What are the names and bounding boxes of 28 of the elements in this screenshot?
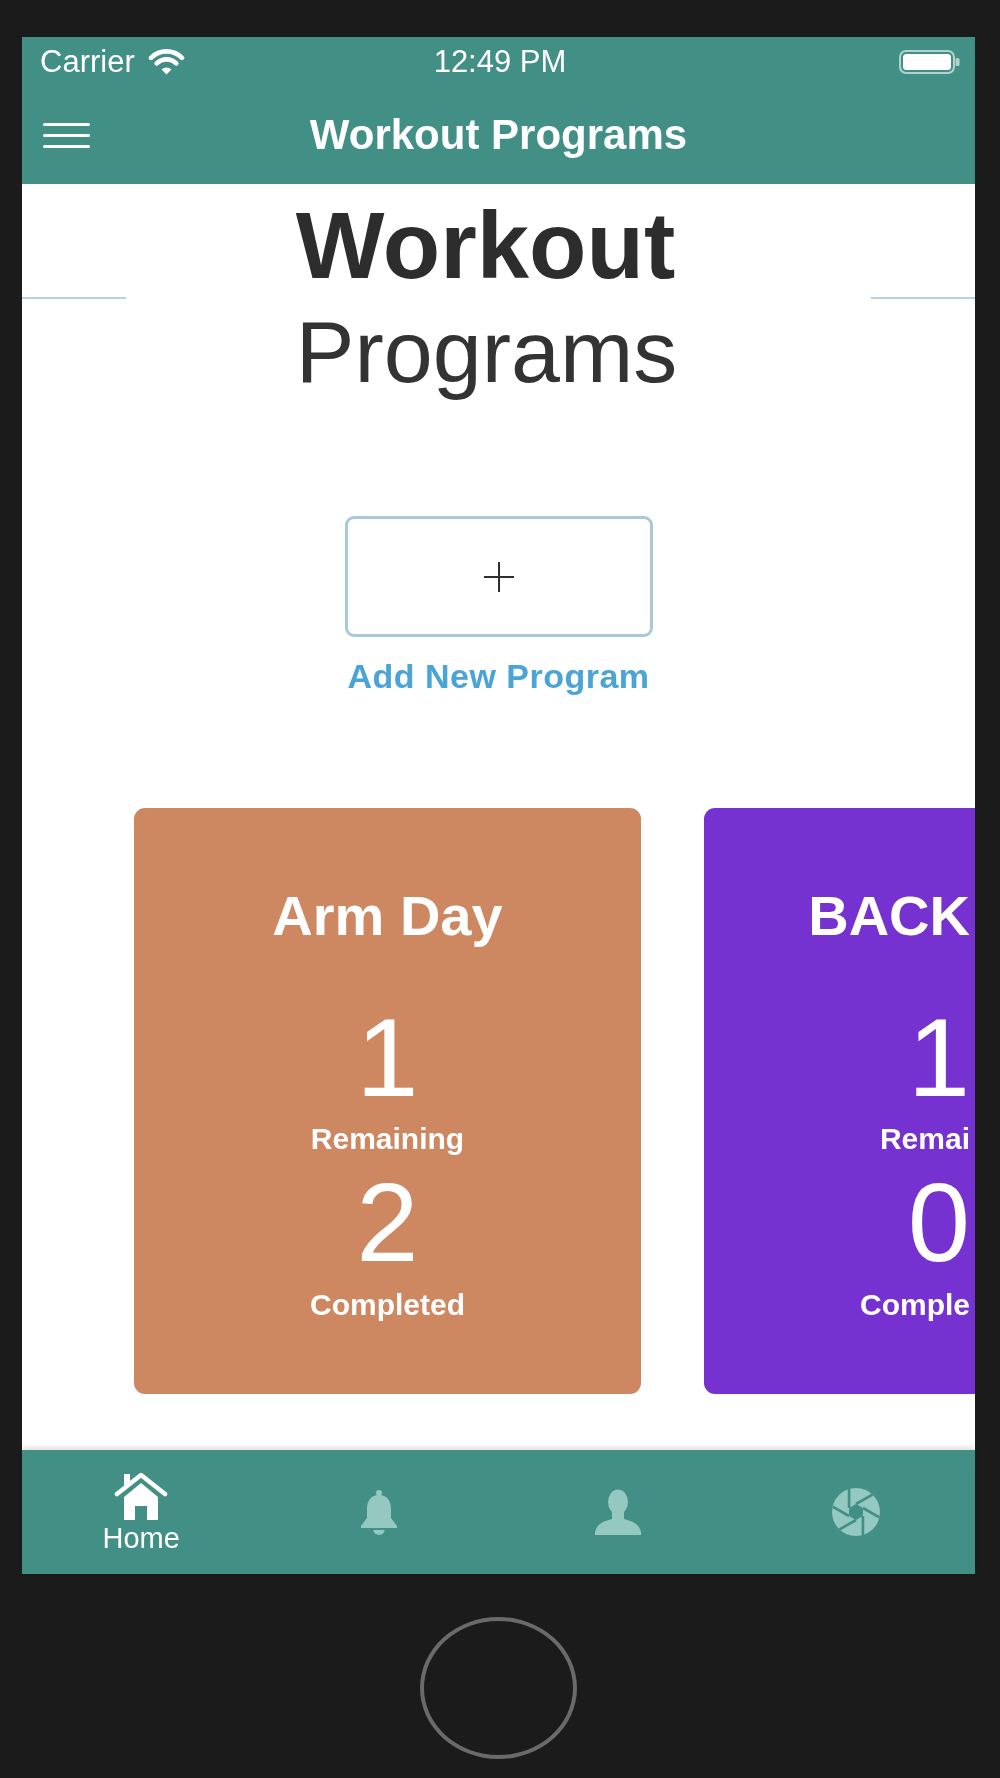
menu-icon[interactable] — [43, 122, 90, 148]
aperture-icon — [830, 1487, 881, 1537]
battery-icon — [899, 49, 960, 74]
tab-bar-item[interactable] — [830, 1487, 881, 1537]
clock-label: 12:49 PM — [433, 46, 567, 77]
home-icon — [114, 1471, 169, 1520]
program-card[interactable]: BACK 1 Remai 0 Comple — [704, 808, 975, 1394]
tab-bar-item[interactable] — [592, 1489, 643, 1535]
plus-icon — [483, 561, 514, 592]
carrier-label: Carrier — [40, 46, 135, 77]
completed-label: Completed — [310, 1290, 465, 1320]
completed-count: 2 — [356, 1167, 419, 1279]
completed-count: 0 — [907, 1167, 970, 1279]
remaining-count: 1 — [907, 1002, 970, 1114]
nav-title: Workout Programs — [309, 114, 688, 156]
add-program-link[interactable]: Add New Program — [347, 659, 650, 693]
home-button[interactable] — [420, 1617, 577, 1759]
person-icon — [592, 1489, 643, 1535]
completed-label: Comple — [860, 1290, 970, 1320]
page-title: Workout — [295, 199, 676, 293]
remaining-label: Remaining — [310, 1124, 465, 1154]
wifi-icon — [147, 48, 185, 75]
program-card[interactable]: Arm Day 1 Remaining 2 Completed — [134, 808, 641, 1394]
card-title: BACK — [808, 888, 970, 944]
add-program-button[interactable] — [344, 516, 653, 637]
remaining-label: Remai — [879, 1124, 970, 1154]
tab-bar-item[interactable]: Home — [102, 1471, 180, 1553]
remaining-count: 1 — [356, 1002, 419, 1114]
